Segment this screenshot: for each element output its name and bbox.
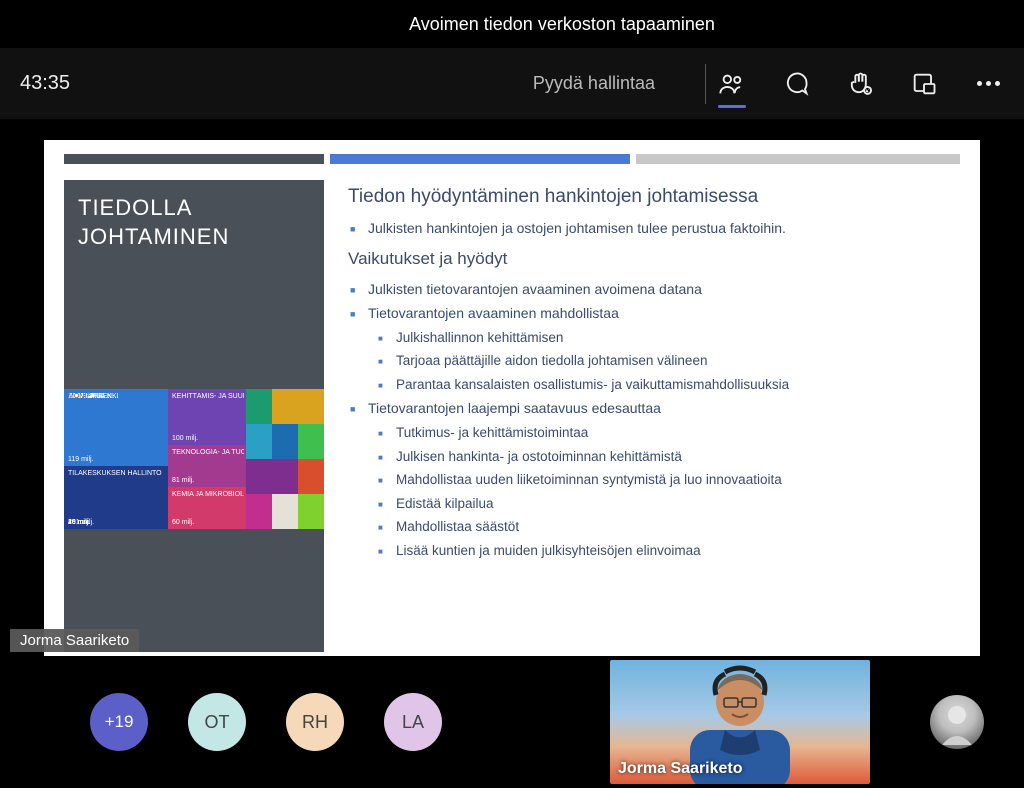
slide-heading-2: Vaikutukset ja hyödyt — [348, 249, 960, 269]
slide-subpoint: Parantaa kansalaisten osallistumis- ja v… — [396, 373, 960, 397]
slide-point: Julkisten hankintojen ja ostojen johtami… — [368, 216, 960, 241]
self-avatar[interactable] — [930, 695, 984, 749]
slide-subpoint: Julkisen hankinta- ja ostotoiminnan kehi… — [396, 445, 960, 469]
meeting-title-bar: Avoimen tiedon verkoston tapaaminen — [0, 0, 1024, 48]
toolbar-separator — [705, 64, 706, 104]
slide-subpoint: Edistää kilpailua — [396, 492, 960, 516]
treemap-chart: HUS APTEEKKI119 milj. TILAKESKUKSEN HALL… — [64, 389, 324, 529]
meeting-title: Avoimen tiedon verkoston tapaaminen — [409, 14, 715, 35]
participant-avatar[interactable]: RH — [286, 693, 344, 751]
slide-subpoint: Tutkimus- ja kehittämistoimintaa — [396, 421, 960, 445]
slide-left-panel: TIEDOLLA JOHTAMINEN HUS APTEEKKI119 milj… — [64, 180, 324, 652]
slide-subpoint: Lisää kuntien ja muiden julkisyhteisöjen… — [396, 539, 960, 563]
shared-slide: TIEDOLLA JOHTAMINEN HUS APTEEKKI119 milj… — [44, 140, 980, 656]
participant-avatar[interactable]: OT — [188, 693, 246, 751]
slide-heading-1: Tiedon hyödyntäminen hankintojen johtami… — [348, 186, 960, 208]
slide-subpoint: Mahdollistaa uuden liiketoiminnan syntym… — [396, 468, 960, 492]
request-control-button[interactable]: Pyydä hallintaa — [533, 73, 655, 94]
slide-point: Julkisten tietovarantojen avaaminen avoi… — [368, 277, 960, 302]
slide-subpoint: Mahdollistaa säästöt — [396, 515, 960, 539]
presenter-video-tile[interactable]: Jorma Saariketo — [610, 660, 870, 784]
call-timer: 43:35 — [20, 72, 200, 95]
slide-accent-bars — [64, 154, 960, 164]
slide-point: Tietovarantojen laajempi saatavuus edesa… — [368, 396, 960, 562]
shared-content-stage: TIEDOLLA JOHTAMINEN HUS APTEEKKI119 milj… — [0, 120, 1024, 656]
participants-icon[interactable] — [716, 68, 748, 100]
participant-strip: +19 OT RH LA Jorma Saariketo — [0, 656, 1024, 788]
slide-content: Tiedon hyödyntäminen hankintojen johtami… — [348, 180, 960, 652]
slide-left-title-2: JOHTAMINEN — [78, 224, 229, 249]
slide-point: Tietovarantojen avaaminen mahdollistaa J… — [368, 301, 960, 396]
more-options-icon[interactable] — [972, 68, 1004, 100]
presenter-name-tag: Jorma Saariketo — [10, 629, 139, 652]
pop-out-icon[interactable] — [908, 68, 940, 100]
video-tile-name: Jorma Saariketo — [618, 760, 743, 778]
chat-icon[interactable] — [780, 68, 812, 100]
slide-subpoint: Julkishallinnon kehittämisen — [396, 326, 960, 350]
meeting-toolbar: 43:35 Pyydä hallintaa — [0, 48, 1024, 120]
slide-subpoint: Tarjoaa päättäjille aidon tiedolla johta… — [396, 349, 960, 373]
participant-avatar[interactable]: LA — [384, 693, 442, 751]
reactions-icon[interactable] — [844, 68, 876, 100]
slide-left-title-1: TIEDOLLA — [78, 195, 192, 220]
overflow-participants-button[interactable]: +19 — [90, 693, 148, 751]
